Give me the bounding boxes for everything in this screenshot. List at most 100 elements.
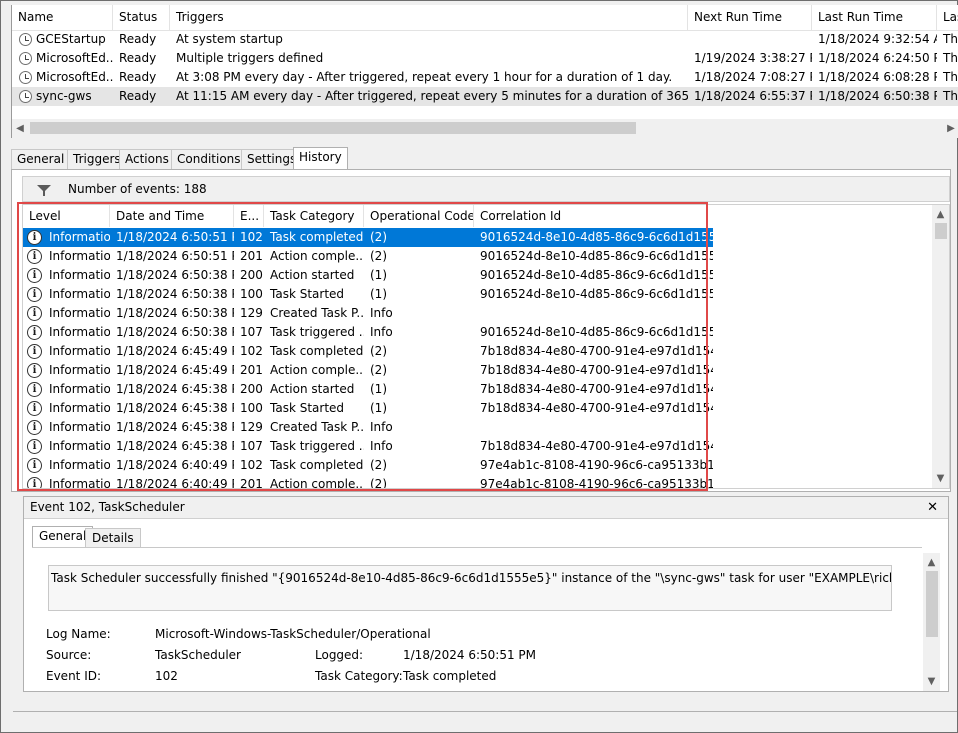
event-level: Information <box>49 439 110 453</box>
event-task-category: Action comple... <box>270 249 364 263</box>
task-name: sync-gws <box>36 89 92 103</box>
scroll-up-icon[interactable]: ▲ <box>923 553 940 572</box>
scroll-down-icon[interactable]: ▼ <box>923 672 940 691</box>
event-id: 100 <box>240 401 263 415</box>
task-name: MicrosoftEd... <box>36 70 113 84</box>
event-date-time: 1/18/2024 6:40:49 PM <box>116 477 234 489</box>
tab-conditions[interactable]: Conditions <box>171 149 247 169</box>
event-level: Information <box>49 249 110 263</box>
event-task-category: Action started <box>270 268 355 282</box>
tab-actions[interactable]: Actions <box>119 149 175 169</box>
column-header-next-run[interactable]: Next Run Time <box>688 5 812 31</box>
event-task-category: Task Started <box>270 287 345 301</box>
task-name: GCEStartup <box>36 32 106 46</box>
horizontal-scrollbar[interactable]: ◀ ▶ <box>12 119 958 138</box>
details-vertical-scrollbar[interactable]: ▲ ▼ <box>923 553 940 691</box>
event-correlation-id: 7b18d834-4e80-4700-91e4-e97d1d154c34 <box>480 439 713 453</box>
event-title: Event 102, TaskScheduler <box>30 500 185 514</box>
event-task-category: Created Task P... <box>270 420 364 434</box>
event-count: Number of events: 188 <box>68 182 207 196</box>
tab-triggers[interactable]: Triggers <box>67 149 127 169</box>
event-operational-code: Info <box>370 325 393 339</box>
column-header-name[interactable]: Name <box>12 5 113 31</box>
history-row[interactable]: i Information 1/18/2024 6:45:49 PM 102 Task … <box>23 342 713 361</box>
history-row[interactable]: i Information 1/18/2024 6:45:38 PM 107 Task … <box>23 437 713 456</box>
task-name: MicrosoftEd... <box>36 51 113 65</box>
event-id: 200 <box>240 382 263 396</box>
column-header-level[interactable]: Level <box>23 205 110 227</box>
close-icon[interactable]: ✕ <box>927 497 938 518</box>
task-row[interactable]: MicrosoftEd... Ready Multiple triggers def… <box>12 49 958 68</box>
log-name-label: Log Name: <box>46 627 111 641</box>
logged-label: Logged: <box>315 648 364 662</box>
column-header-operational-code[interactable]: Operational Code <box>364 205 474 227</box>
event-id: 100 <box>240 287 263 301</box>
tab-history[interactable]: History <box>293 147 348 170</box>
tab-general[interactable]: General <box>11 149 71 169</box>
task-triggers: Multiple triggers defined <box>176 51 324 65</box>
information-icon: i <box>27 439 42 454</box>
history-row[interactable]: i Information 1/18/2024 6:50:51 PM 201 Actio… <box>23 247 713 266</box>
history-row[interactable]: i Information 1/18/2024 6:50:38 PM 107 Task … <box>23 323 713 342</box>
scroll-up-icon[interactable]: ▲ <box>932 205 949 224</box>
event-id: 201 <box>240 249 263 263</box>
event-correlation-id: 9016524d-8e10-4d85-86c9-6c6d1d1555e5 <box>480 230 713 244</box>
column-header-event-id[interactable]: E... <box>234 205 264 227</box>
task-row[interactable]: GCEStartup Ready At system startup 1/18/202… <box>12 30 958 49</box>
history-row[interactable]: i Information 1/18/2024 6:50:51 PM 102 Task … <box>23 228 713 247</box>
column-header-triggers[interactable]: Triggers <box>170 5 688 31</box>
history-row[interactable]: i Information 1/18/2024 6:40:49 PM 102 Task … <box>23 456 713 475</box>
event-id: 107 <box>240 325 263 339</box>
event-task-category: Task completed <box>270 344 364 358</box>
event-date-time: 1/18/2024 6:50:51 PM <box>116 249 234 263</box>
event-task-category: Task triggered ... <box>270 325 364 339</box>
filter-icon[interactable] <box>37 185 51 196</box>
event-operational-code: (1) <box>370 401 387 415</box>
task-last-result: The <box>943 89 958 103</box>
column-header-correlation-id[interactable]: Correlation Id <box>474 205 704 227</box>
scroll-right-icon[interactable]: ▶ <box>943 119 958 138</box>
task-scheduler-window: Name Status Triggers Next Run Time Last … <box>0 0 958 733</box>
event-message: Task Scheduler successfully finished "{9… <box>48 565 892 611</box>
event-task-category: Action comple... <box>270 477 364 489</box>
scrollbar-thumb[interactable] <box>30 122 636 134</box>
history-grid-header: Level Date and Time E... Task Category O… <box>23 205 933 227</box>
task-row[interactable]: MicrosoftEd... Ready At 3:08 PM every day … <box>12 68 958 87</box>
event-correlation-id <box>474 418 713 437</box>
history-row[interactable]: i Information 1/18/2024 6:45:49 PM 201 Actio… <box>23 361 713 380</box>
history-panel: Number of events: 188 Level Date and Tim… <box>11 169 951 492</box>
event-date-time: 1/18/2024 6:50:38 PM <box>116 287 234 301</box>
scrollbar-thumb[interactable] <box>935 223 947 239</box>
column-header-task-category[interactable]: Task Category <box>264 205 364 227</box>
information-icon: i <box>27 230 42 245</box>
bottom-edge <box>13 711 957 727</box>
history-row[interactable]: i Information 1/18/2024 6:45:38 PM 200 Actio… <box>23 380 713 399</box>
task-status: Ready <box>119 89 157 103</box>
event-correlation-id: 9016524d-8e10-4d85-86c9-6c6d1d1555e5 <box>480 268 713 282</box>
task-row[interactable]: sync-gws Ready At 11:15 AM every day - Aft… <box>12 87 958 106</box>
history-row[interactable]: i Information 1/18/2024 6:50:38 PM 129 Creat… <box>23 304 713 323</box>
history-events-grid: Level Date and Time E... Task Category O… <box>22 204 950 489</box>
event-task-category: Task completed <box>270 458 364 472</box>
history-row[interactable]: i Information 1/18/2024 6:40:49 PM 201 Actio… <box>23 475 713 489</box>
event-correlation-id: 7b18d834-4e80-4700-91e4-e97d1d154c34 <box>480 363 713 377</box>
column-header-last-run[interactable]: Last Run Time <box>812 5 937 31</box>
history-row[interactable]: i Information 1/18/2024 6:45:38 PM 129 Creat… <box>23 418 713 437</box>
event-level: Information <box>49 306 110 320</box>
scrollbar-thumb[interactable] <box>926 571 938 637</box>
history-row[interactable]: i Information 1/18/2024 6:50:38 PM 200 Actio… <box>23 266 713 285</box>
history-row[interactable]: i Information 1/18/2024 6:45:38 PM 100 Task … <box>23 399 713 418</box>
tab-details-details[interactable]: Details <box>85 528 141 547</box>
history-vertical-scrollbar[interactable]: ▲ ▼ <box>932 205 949 488</box>
event-id: 129 <box>240 306 263 320</box>
scroll-down-icon[interactable]: ▼ <box>932 469 949 488</box>
event-level: Information <box>49 477 110 489</box>
scroll-left-icon[interactable]: ◀ <box>12 119 28 138</box>
history-row[interactable]: i Information 1/18/2024 6:50:38 PM 100 Task … <box>23 285 713 304</box>
event-correlation-id: 7b18d834-4e80-4700-91e4-e97d1d154c34 <box>480 382 713 396</box>
column-header-date-time[interactable]: Date and Time <box>110 205 234 227</box>
column-header-status[interactable]: Status <box>113 5 170 31</box>
event-date-time: 1/18/2024 6:45:49 PM <box>116 363 234 377</box>
event-correlation-id: 97e4ab1c-8108-4190-96c6-ca95133b15c1 <box>480 458 713 472</box>
column-header-last-result[interactable]: Las <box>937 5 958 31</box>
